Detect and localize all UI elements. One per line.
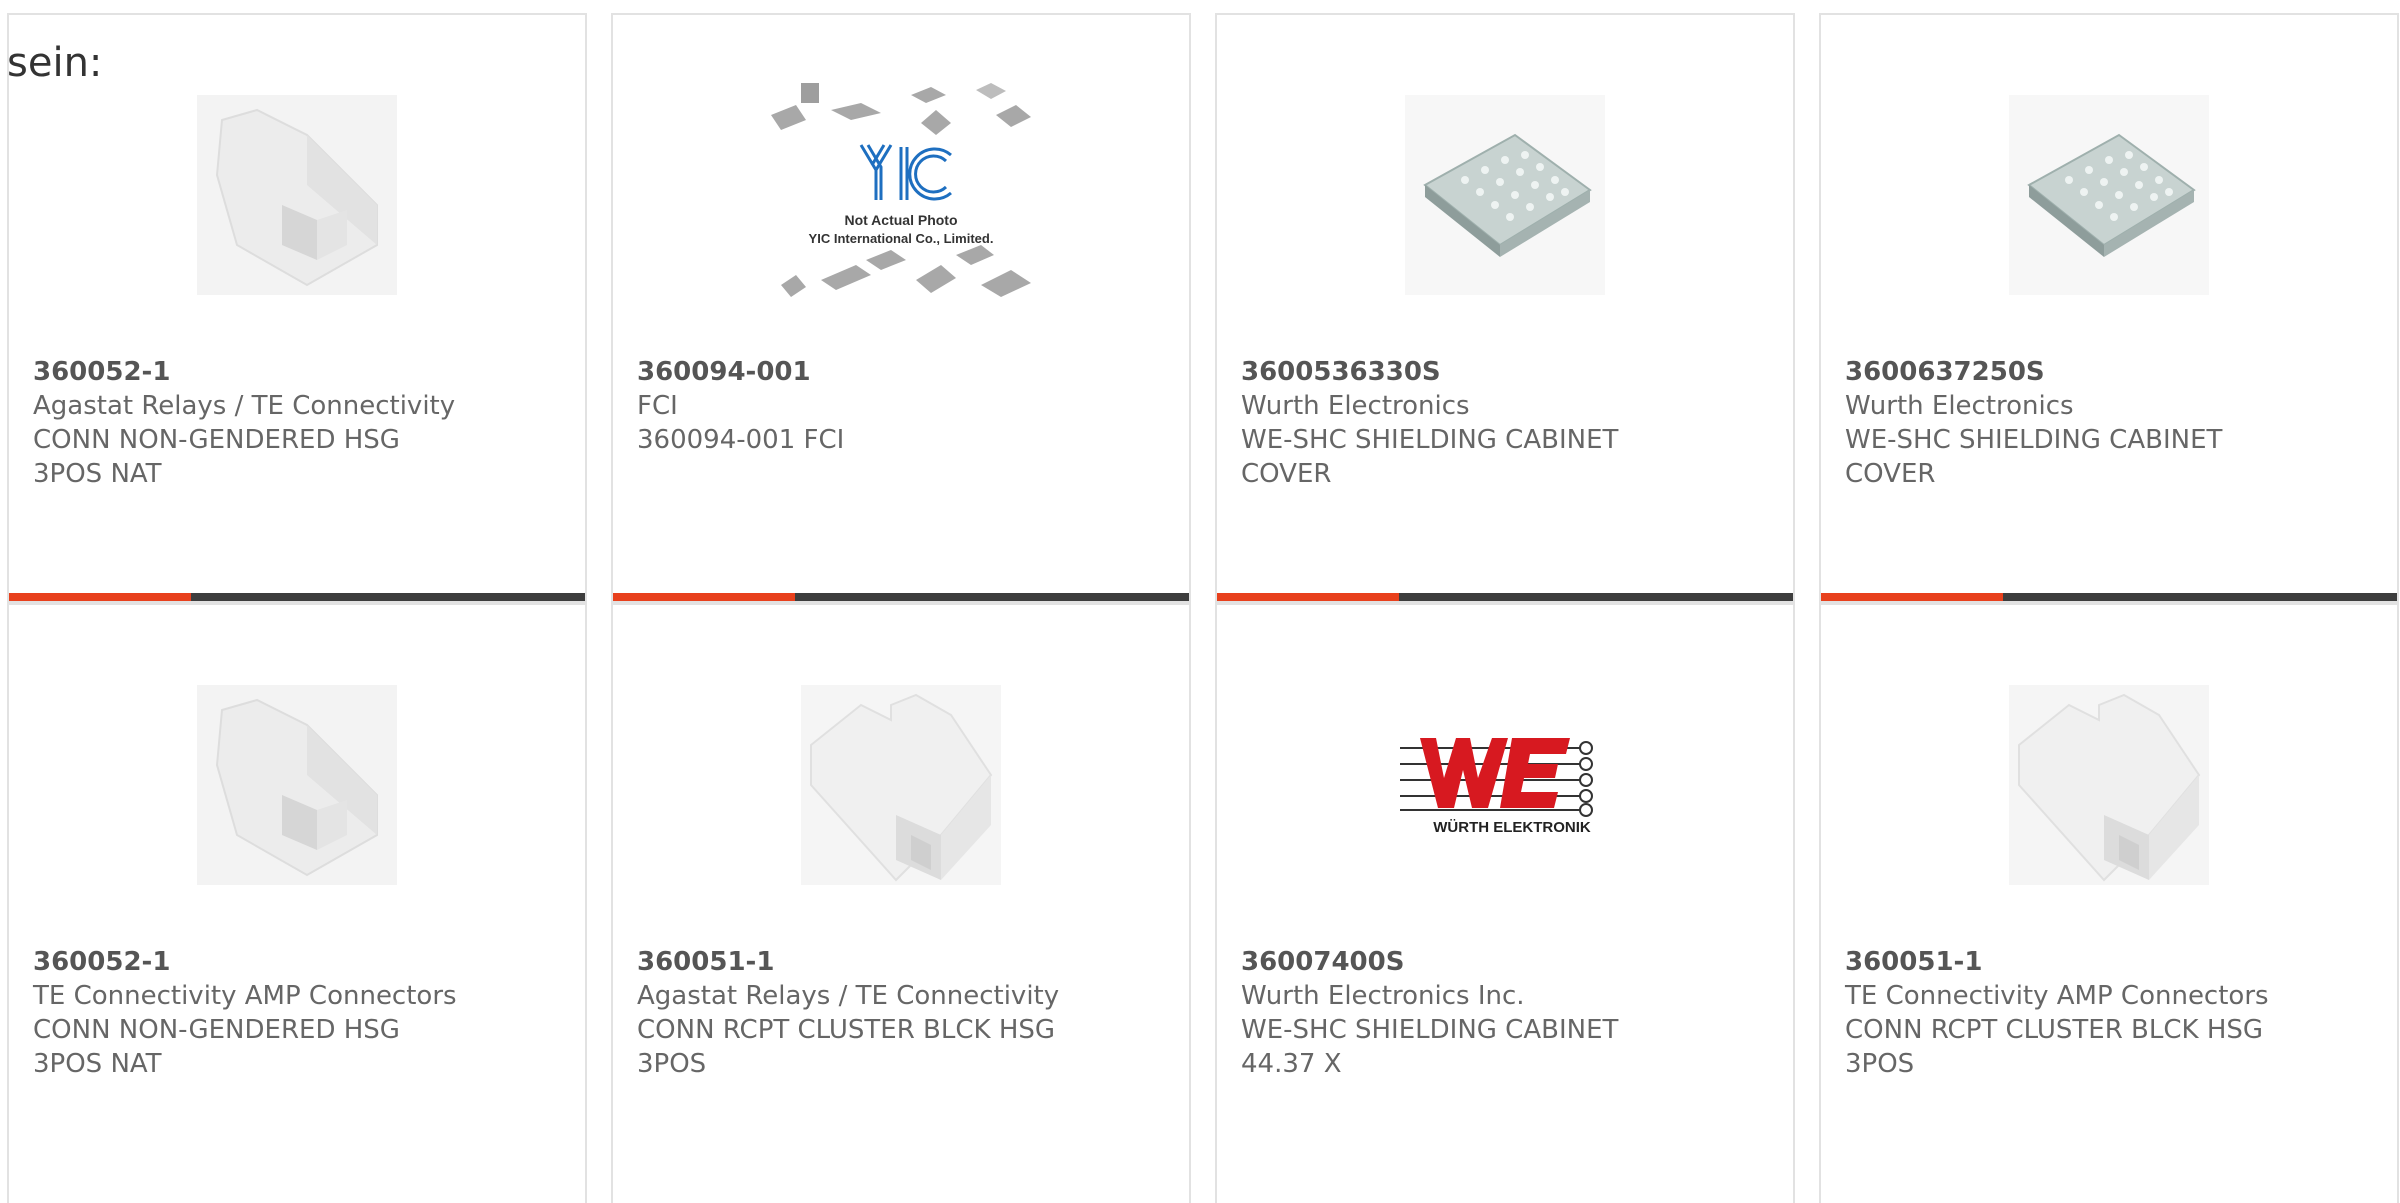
product-grid: 360052-1 Agastat Relays / TE Connectivit… xyxy=(7,13,2399,1203)
we-logo-text: WÜRTH ELEKTRONIK xyxy=(1433,819,1591,836)
part-number[interactable]: 360052-1 xyxy=(33,945,561,979)
description-cont: 44.37 X xyxy=(1241,1049,1342,1079)
part-number[interactable]: 360051-1 xyxy=(1845,945,2373,979)
product-card[interactable]: 360051-1 Agastat Relays / TE Connectivit… xyxy=(611,603,1191,1203)
part-number[interactable]: 360094-001 xyxy=(637,355,1165,389)
manufacturer: FCI xyxy=(637,391,678,421)
description-cont: COVER xyxy=(1845,459,1936,489)
product-card[interactable]: 360052-1 Agastat Relays / TE Connectivit… xyxy=(7,13,587,603)
manufacturer: Wurth Electronics xyxy=(1241,391,1470,421)
description: CONN NON-GENDERED HSG xyxy=(33,1015,400,1045)
product-card[interactable]: 360051-1 TE Connectivity AMP Connectors … xyxy=(1819,603,2399,1203)
product-image-we-logo[interactable]: WÜRTH ELEKTRONIK xyxy=(1400,730,1610,840)
part-number[interactable]: 3600637250S xyxy=(1845,355,2373,389)
product-card[interactable]: WÜRTH ELEKTRONIK 36007400S Wurth Electro… xyxy=(1215,603,1795,1203)
product-image-shield-cover[interactable] xyxy=(1405,95,1605,295)
card-accent-bar xyxy=(1821,593,2003,601)
card-bottom-bar xyxy=(1217,593,1793,601)
card-bottom-bar xyxy=(1821,593,2397,601)
part-number[interactable]: 360052-1 xyxy=(33,355,561,389)
product-card[interactable]: 3600637250S Wurth Electronics WE-SHC SHI… xyxy=(1819,13,2399,603)
description-cont: 3POS xyxy=(637,1049,707,1079)
part-number[interactable]: 360051-1 xyxy=(637,945,1165,979)
description-cont: 3POS xyxy=(1845,1049,1915,1079)
description-cont: 3POS NAT xyxy=(33,1049,162,1079)
description: CONN RCPT CLUSTER BLCK HSG xyxy=(1845,1015,2264,1045)
product-card[interactable]: Not Actual Photo YIC International Co., … xyxy=(611,13,1191,603)
intro-text: sein: xyxy=(7,40,103,86)
description: WE-SHC SHIELDING CABINET xyxy=(1241,425,1619,455)
description: CONN RCPT CLUSTER BLCK HSG xyxy=(637,1015,1056,1045)
manufacturer: Agastat Relays / TE Connectivity xyxy=(33,391,456,421)
description-cont: COVER xyxy=(1241,459,1332,489)
product-card[interactable]: 3600536330S Wurth Electronics WE-SHC SHI… xyxy=(1215,13,1795,603)
description-cont: 3POS NAT xyxy=(33,459,162,489)
yic-caption: Not Actual Photo xyxy=(844,212,957,228)
manufacturer: Wurth Electronics xyxy=(1845,391,2074,421)
product-image-housing-block[interactable] xyxy=(2009,685,2209,885)
card-accent-bar xyxy=(613,593,795,601)
product-image-housing-pointed[interactable] xyxy=(197,95,397,295)
product-image-yic-placeholder[interactable]: Not Actual Photo YIC International Co., … xyxy=(766,75,1036,315)
product-image-shield-cover[interactable] xyxy=(2009,95,2209,295)
card-accent-bar xyxy=(9,593,191,601)
description: CONN NON-GENDERED HSG xyxy=(33,425,400,455)
manufacturer: TE Connectivity AMP Connectors xyxy=(1845,981,2269,1011)
manufacturer: Wurth Electronics Inc. xyxy=(1241,981,1525,1011)
product-image-housing-block[interactable] xyxy=(801,685,1001,885)
description: WE-SHC SHIELDING CABINET xyxy=(1241,1015,1619,1045)
manufacturer: Agastat Relays / TE Connectivity xyxy=(637,981,1060,1011)
card-bottom-bar xyxy=(613,593,1189,601)
description: 360094-001 FCI xyxy=(637,425,845,455)
card-accent-bar xyxy=(1217,593,1399,601)
card-bottom-bar xyxy=(9,593,585,601)
yic-company: YIC International Co., Limited. xyxy=(809,231,994,246)
manufacturer: TE Connectivity AMP Connectors xyxy=(33,981,457,1011)
description: WE-SHC SHIELDING CABINET xyxy=(1845,425,2223,455)
product-card[interactable]: 360052-1 TE Connectivity AMP Connectors … xyxy=(7,603,587,1203)
part-number[interactable]: 3600536330S xyxy=(1241,355,1769,389)
product-image-housing-pointed[interactable] xyxy=(197,685,397,885)
part-number[interactable]: 36007400S xyxy=(1241,945,1769,979)
